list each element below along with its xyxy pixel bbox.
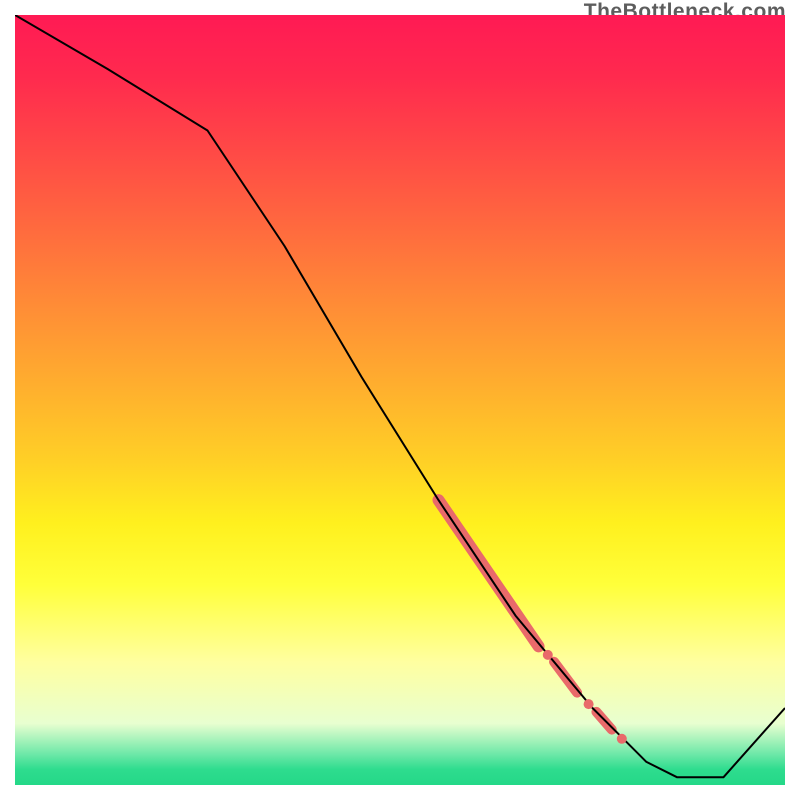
- line-layer: [15, 15, 785, 777]
- plot-area: [15, 15, 785, 785]
- highlight-dot: [543, 650, 553, 660]
- chart-svg: [15, 15, 785, 785]
- highlight-dot: [584, 699, 594, 709]
- highlight-dot: [617, 734, 627, 744]
- bottleneck-curve: [15, 15, 785, 777]
- chart-container: TheBottleneck.com: [0, 0, 800, 800]
- highlight-layer: [439, 500, 612, 729]
